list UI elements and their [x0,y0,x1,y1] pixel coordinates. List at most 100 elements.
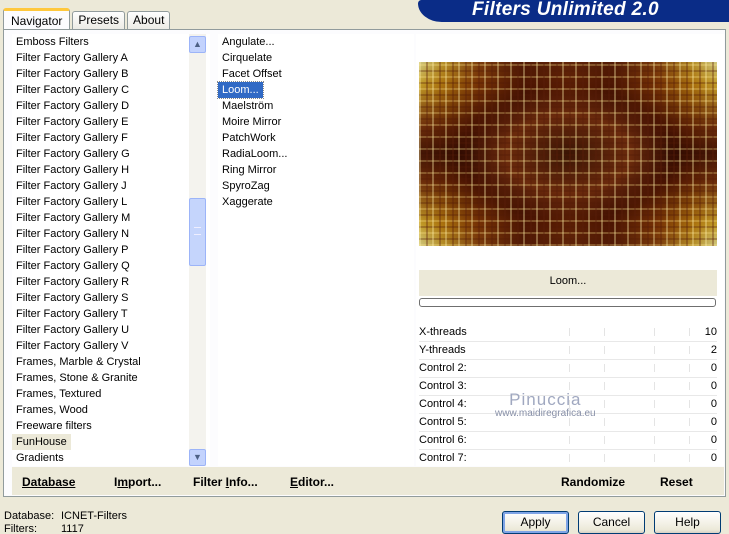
category-item[interactable]: Filter Factory Gallery Q [12,258,210,274]
category-item[interactable]: Filter Factory Gallery A [12,50,210,66]
tab-navigator[interactable]: Navigator [3,8,71,29]
category-item[interactable]: Filter Factory Gallery D [12,98,210,114]
help-button[interactable]: Help [654,511,721,534]
slider-tick [604,364,605,372]
category-item[interactable]: Emboss Filters [12,34,210,50]
category-item[interactable]: Freeware filters [12,418,210,434]
category-row: Frames, Textured [12,386,210,402]
filter-row: SpyroZag [218,178,414,194]
filter-row: Loom... [217,81,414,99]
slider-tick [654,346,655,354]
category-item[interactable]: Filter Factory Gallery N [12,226,210,242]
database-button[interactable]: Database [22,467,75,495]
param-label: Control 3: [419,380,467,392]
tab-presets[interactable]: Presets [72,11,126,29]
filter-item[interactable]: Loom... [217,81,264,99]
param-slider[interactable]: Control 4: 0 [419,396,717,414]
filter-row: Maelström [218,98,414,114]
filter-item[interactable]: RadiaLoom... [218,146,414,162]
filter-row: Facet Offset [218,66,414,82]
category-item[interactable]: Filter Factory Gallery R [12,274,210,290]
category-list[interactable]: Emboss Filters Filter Factory Gallery A Fi… [12,34,210,466]
param-slider[interactable]: Y-threads 2 [419,342,717,360]
category-item[interactable]: Filter Factory Gallery F [12,130,210,146]
filter-info-button[interactable]: Filter Info... [193,467,258,495]
editor-button[interactable]: Editor... [290,467,334,495]
slider-tick [654,436,655,444]
category-item[interactable]: Filter Factory Gallery S [12,290,210,306]
slider-tick [604,382,605,390]
slider-tick [604,454,605,462]
category-item[interactable]: Filter Factory Gallery U [12,322,210,338]
status-database-key: Database: [4,510,55,522]
category-item[interactable]: Frames, Stone & Granite [12,370,210,386]
scroll-up-button[interactable]: ▲ [189,36,206,53]
import-button[interactable]: Import... [114,467,161,495]
slider-tick [569,382,570,390]
param-slider[interactable]: Control 5: 0 [419,414,717,432]
filter-item[interactable]: PatchWork [218,130,414,146]
category-item[interactable]: Frames, Textured [12,386,210,402]
category-row: Filter Factory Gallery B [12,66,210,82]
param-slider[interactable]: Control 3: 0 [419,378,717,396]
slider-tick [689,400,690,408]
param-label: Control 6: [419,434,467,446]
filter-item[interactable]: Maelström [218,98,414,114]
filter-row: Ring Mirror [218,162,414,178]
category-row: Filter Factory Gallery C [12,82,210,98]
filter-item[interactable]: Moire Mirror [218,114,414,130]
param-value: 0 [710,380,717,392]
param-slider[interactable]: Control 2: 0 [419,360,717,378]
apply-button[interactable]: Apply [502,511,569,534]
param-slider[interactable]: Control 7: 0 [419,450,717,468]
category-row: Filter Factory Gallery N [12,226,210,242]
slider-tick [569,328,570,336]
scroll-down-button[interactable]: ▼ [189,449,206,466]
category-item[interactable]: Gradients [12,450,210,466]
category-item[interactable]: Filter Factory Gallery V [12,338,210,354]
category-item[interactable]: Filter Factory Gallery B [12,66,210,82]
filter-list[interactable]: Angulate... Cirquelate Facet Offset Loom...… [217,34,414,466]
category-item[interactable]: Filter Factory Gallery L [12,194,210,210]
title-banner: Filters Unlimited 2.0 [418,0,729,22]
filter-item[interactable]: Facet Offset [218,66,414,82]
category-item[interactable]: Filter Factory Gallery C [12,82,210,98]
param-value: 0 [710,398,717,410]
cancel-button[interactable]: Cancel [578,511,645,534]
slider-tick [654,454,655,462]
param-label: Control 4: [419,398,467,410]
category-item[interactable]: Frames, Marble & Crystal [12,354,210,370]
filter-item[interactable]: Cirquelate [218,50,414,66]
randomize-button[interactable]: Randomize [561,467,625,495]
param-slider[interactable]: X-threads 10 [419,324,717,342]
category-scrollbar[interactable]: ▲ ▼ [189,34,206,466]
param-slider[interactable]: Control 6: 0 [419,432,717,450]
category-item[interactable]: FunHouse [12,434,71,450]
category-item[interactable]: Filter Factory Gallery M [12,210,210,226]
category-row: Filter Factory Gallery F [12,130,210,146]
tab-about[interactable]: About [127,11,171,29]
category-item[interactable]: Filter Factory Gallery T [12,306,210,322]
filter-item[interactable]: Xaggerate [218,194,414,210]
category-row: Filter Factory Gallery L [12,194,210,210]
filter-row: RadiaLoom... [218,146,414,162]
filter-item[interactable]: Angulate... [218,34,414,50]
category-item[interactable]: Filter Factory Gallery P [12,242,210,258]
slider-tick [604,400,605,408]
category-row: Filter Factory Gallery J [12,178,210,194]
reset-button[interactable]: Reset [660,467,693,495]
category-item[interactable]: Filter Factory Gallery E [12,114,210,130]
filter-item[interactable]: Ring Mirror [218,162,414,178]
status-filters-value: 1117 [61,523,84,534]
action-bar: Database Import... Filter Info... Editor… [12,467,724,495]
slider-tick [689,382,690,390]
filter-item[interactable]: SpyroZag [218,178,414,194]
category-item[interactable]: Filter Factory Gallery J [12,178,210,194]
category-item[interactable]: Filter Factory Gallery H [12,162,210,178]
category-item[interactable]: Filter Factory Gallery G [12,146,210,162]
category-row: Filter Factory Gallery Q [12,258,210,274]
slider-tick [689,436,690,444]
scroll-thumb[interactable] [189,198,206,266]
category-row: Frames, Wood [12,402,210,418]
category-item[interactable]: Frames, Wood [12,402,210,418]
